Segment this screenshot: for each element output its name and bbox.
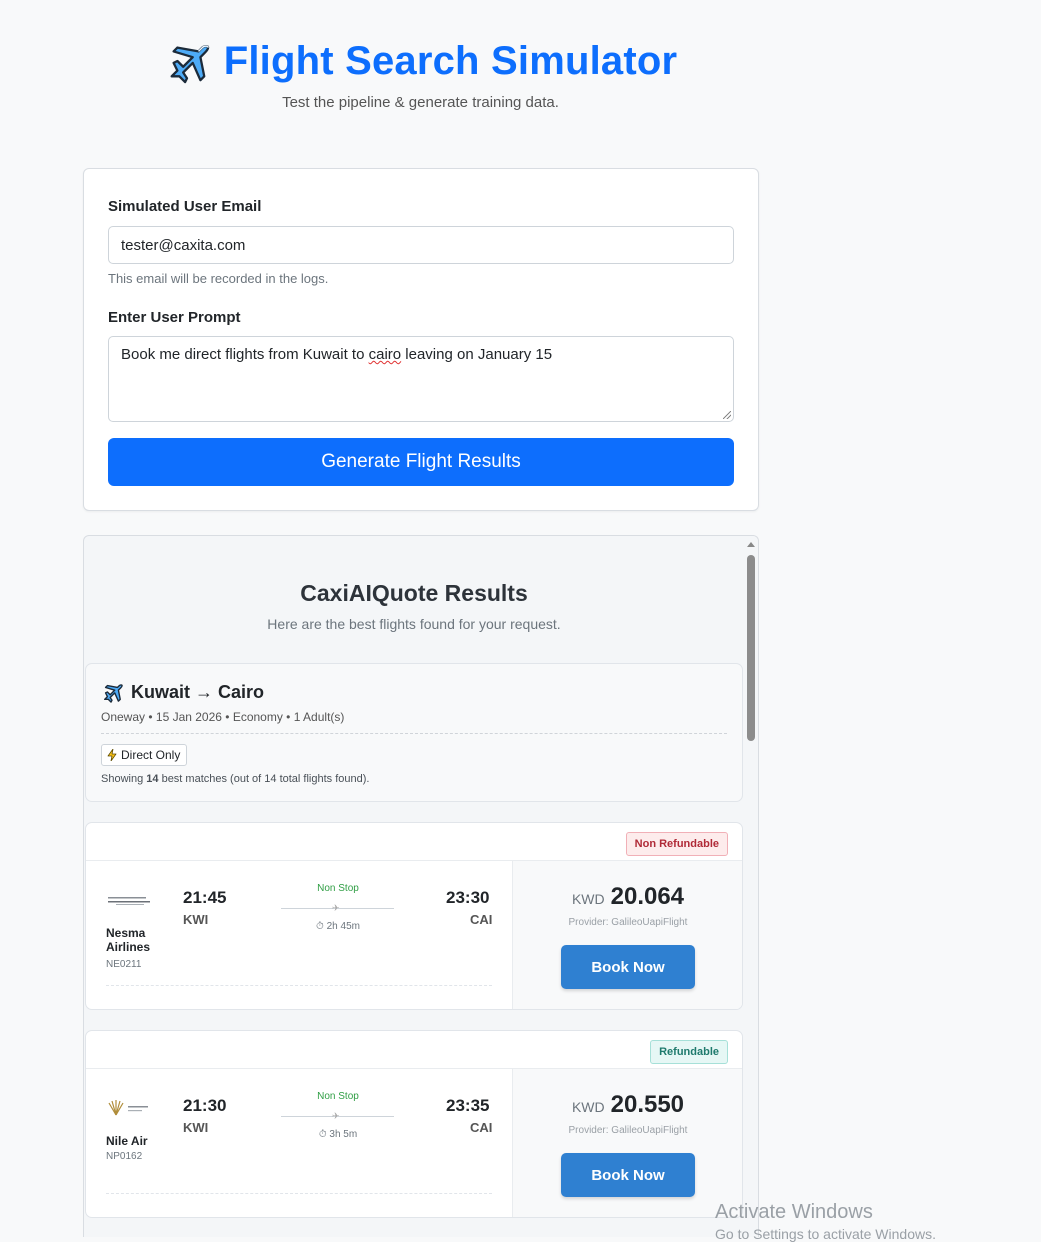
page-header: Flight Search Simulator Test the pipelin… bbox=[0, 38, 841, 111]
airline-logo bbox=[108, 897, 150, 905]
search-form-card: Simulated User Email This email will be … bbox=[83, 168, 759, 511]
departure-time: 21:45 bbox=[183, 888, 227, 907]
refund-status-badge: Non Refundable bbox=[625, 832, 728, 856]
airplane-icon bbox=[103, 684, 123, 703]
prompt-label: Enter User Prompt bbox=[108, 309, 241, 326]
small-plane-icon: ✈ bbox=[332, 1111, 340, 1121]
scrollbar-thumb[interactable] bbox=[747, 555, 755, 741]
flight-card-header: Non Refundable bbox=[86, 823, 742, 861]
flight-card-header: Refundable bbox=[86, 1031, 742, 1069]
arrival-airport: CAI bbox=[470, 912, 493, 927]
arrival-time: 23:30 bbox=[446, 888, 490, 907]
provider-text: Provider: GalileoUapiFlight bbox=[568, 917, 688, 928]
stops-label: Non Stop bbox=[317, 1091, 359, 1102]
flight-card: Non Refundable Nesma Airlines NE0211 21:… bbox=[85, 822, 743, 1010]
flight-itinerary: Nile Air NP0162 21:30 KWI Non Stop ✈ ⏱ 3… bbox=[86, 1069, 512, 1217]
match-count-text: Showing 14 best matches (out of 14 total… bbox=[101, 773, 370, 785]
refund-status-badge: Refundable bbox=[650, 1040, 728, 1064]
departure-airport: KWI bbox=[183, 912, 209, 927]
results-panel: CaxiAIQuote Results Here are the best fl… bbox=[83, 535, 759, 1237]
flight-itinerary: Nesma Airlines NE0211 21:45 KWI Non Stop… bbox=[86, 861, 512, 1009]
route-text: Kuwait → Cairo bbox=[131, 681, 265, 702]
results-subtitle: Here are the best flights found for your… bbox=[267, 616, 561, 632]
scroll-up-arrow-icon[interactable] bbox=[747, 542, 755, 547]
stops-label: Non Stop bbox=[317, 883, 359, 894]
route-heading: Kuwait → Cairo bbox=[101, 681, 264, 703]
flight-duration: ⏱ 3h 5m bbox=[318, 1129, 358, 1140]
windows-activation-watermark: Activate Windows bbox=[715, 1201, 873, 1223]
spellcheck-word: cairo bbox=[368, 346, 402, 363]
trip-meta: Oneway • 15 Jan 2026 • Economy • 1 Adult… bbox=[101, 710, 345, 724]
page-subtitle: Test the pipeline & generate training da… bbox=[282, 94, 559, 111]
book-now-button[interactable]: Book Now bbox=[561, 1153, 695, 1197]
email-label: Simulated User Email bbox=[108, 198, 262, 215]
flight-number: NP0162 bbox=[106, 1151, 143, 1162]
results-title: CaxiAIQuote Results bbox=[300, 580, 528, 606]
email-help-text: This email will be recorded in the logs. bbox=[108, 271, 329, 286]
price-panel: KWD 20.550 Provider: GalileoUapiFlight Bo… bbox=[512, 1069, 742, 1217]
flight-duration: ⏱ 2h 45m bbox=[316, 921, 360, 932]
airline-name: Nesma Airlines bbox=[106, 926, 151, 954]
departure-airport: KWI bbox=[183, 1120, 209, 1135]
direct-only-badge: Direct Only bbox=[101, 744, 188, 766]
divider bbox=[101, 733, 727, 734]
results-scrollbar[interactable] bbox=[744, 536, 758, 1237]
prompt-textarea[interactable]: Book me direct flights from Kuwait to ca… bbox=[108, 336, 734, 422]
price-panel: KWD 20.064 Provider: GalileoUapiFlight Bo… bbox=[512, 861, 742, 1009]
windows-activation-subtext: Go to Settings to activate Windows. bbox=[715, 1226, 936, 1242]
page-title: Flight Search Simulator bbox=[223, 38, 678, 83]
email-field[interactable] bbox=[108, 226, 734, 264]
arrival-time: 23:35 bbox=[446, 1096, 490, 1115]
airplane-icon bbox=[170, 45, 209, 84]
price: KWD 20.550 bbox=[571, 1091, 685, 1118]
arrival-airport: CAI bbox=[470, 1120, 493, 1135]
departure-time: 21:30 bbox=[183, 1096, 227, 1115]
flight-card: Refundable Nile Air NP0162 21:30 KWI Non… bbox=[85, 1030, 743, 1218]
divider bbox=[106, 1193, 492, 1194]
textarea-resize-handle[interactable] bbox=[723, 411, 731, 419]
lightning-icon bbox=[107, 749, 117, 761]
airline-name: Nile Air bbox=[106, 1134, 148, 1148]
book-now-button[interactable]: Book Now bbox=[561, 945, 695, 989]
search-summary: Kuwait → Cairo Oneway • 15 Jan 2026 • Ec… bbox=[85, 663, 743, 802]
generate-flight-results-button[interactable]: Generate Flight Results bbox=[108, 438, 734, 486]
flight-number: NE0211 bbox=[106, 959, 142, 970]
small-plane-icon: ✈ bbox=[332, 903, 340, 913]
provider-text: Provider: GalileoUapiFlight bbox=[568, 1125, 688, 1136]
price: KWD 20.064 bbox=[571, 883, 685, 910]
airline-logo bbox=[108, 1100, 148, 1116]
divider bbox=[106, 985, 492, 986]
prompt-textarea-text[interactable]: Book me direct flights from Kuwait to ca… bbox=[121, 346, 552, 363]
